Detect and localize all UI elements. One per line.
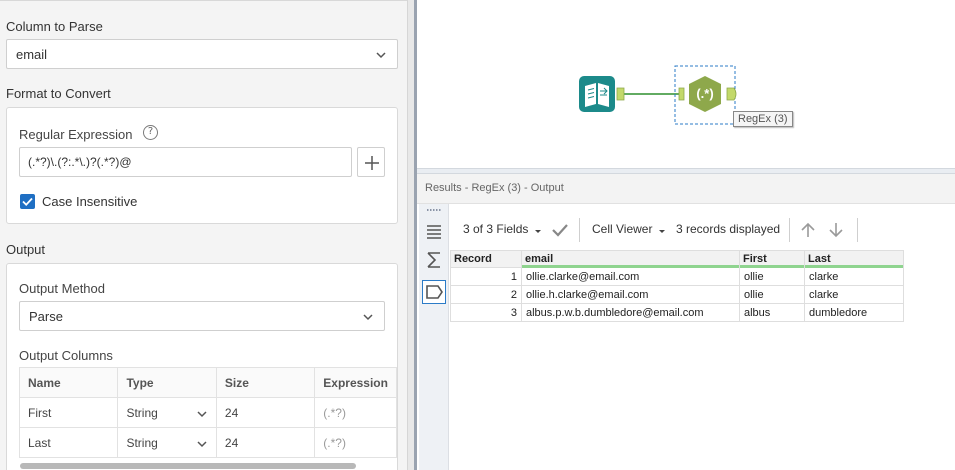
table-row[interactable]: 1 ollie.clarke@email.com ollie clarke [450,267,904,286]
chevron-down-icon [363,314,373,321]
caret-down-icon[interactable] [657,226,667,236]
output-method-value: Parse [29,309,63,324]
chevron-down-icon [197,410,207,417]
column-name-cell[interactable]: First [18,397,119,428]
regex-tool-glyph: (.*) [696,86,713,101]
regular-expression-value: (.*?)\.(?:.*\.)?(.*?)@ [28,155,132,169]
results-toolbar: 3 of 3 Fields Cell Viewer 3 records disp… [451,212,951,248]
first-cell: ollie [739,285,805,304]
header-first[interactable]: First [739,250,805,269]
checkmark-icon [22,197,33,206]
toolbar-divider [789,218,790,242]
help-icon[interactable]: ? [143,125,158,140]
checkmark-icon[interactable] [551,223,569,237]
toolbar-divider [857,218,858,242]
table-view-button[interactable] [422,220,446,244]
results-title: Results - RegEx (3) - Output [425,182,564,194]
results-panel: Results - RegEx (3) - Output 3 of 3 Fiel… [417,174,955,470]
tag-icon [426,285,443,299]
column-size-cell[interactable]: 24 [215,427,316,458]
column-to-parse-dropdown[interactable]: email [6,39,398,69]
regular-expression-label: Regular Expression [19,127,133,142]
table-row: Last String 24 (.*?) [18,427,397,458]
output-method-label: Output Method [19,281,105,296]
horizontal-scrollbar[interactable] [20,463,356,469]
last-cell: clarke [804,267,904,286]
record-cell: 1 [450,267,522,286]
sigma-icon [427,252,440,268]
header-record[interactable]: Record [450,250,522,268]
column-header-name: Name [18,367,119,398]
column-header-type: Type [117,367,217,398]
tool-annotation: RegEx (3) [733,111,793,127]
output-section-label: Output [6,242,46,257]
column-type-value: String [126,435,158,450]
book-input-icon[interactable] [579,76,615,112]
chevron-down-icon [376,52,386,59]
table-row[interactable]: 3 albus.p.w.b.dumbledore@email.com albus… [450,303,904,322]
results-table: Record email First Last 1 ollie.clarke@e… [450,250,904,322]
panel-divider [0,0,407,2]
format-to-convert-label: Format to Convert [6,86,111,101]
column-name-cell[interactable]: Last [18,427,119,458]
output-columns-label: Output Columns [19,348,113,363]
regex-tool-icon[interactable]: (.*) [689,76,721,112]
email-cell: ollie.clarke@email.com [521,267,740,286]
plus-icon [365,156,379,170]
regular-expression-input[interactable]: (.*?)\.(?:.*\.)?(.*?)@ [19,147,352,177]
first-cell: albus [739,303,805,322]
toolbar-divider [579,218,580,242]
column-expression-cell: (.*?) [314,397,397,428]
results-title-bar: Results - RegEx (3) - Output [417,174,955,204]
column-to-parse-label: Column to Parse [6,19,103,34]
header-last[interactable]: Last [804,250,904,269]
output-card: Output Method Parse Output Columns Name … [6,263,398,470]
column-to-parse-value: email [16,47,48,62]
record-cell: 3 [450,303,522,322]
email-cell: ollie.h.clarke@email.com [521,285,740,304]
records-count: 3 records displayed [676,222,781,236]
arrow-down-icon[interactable] [827,221,845,239]
fields-selector[interactable]: 3 of 3 Fields [463,222,528,236]
last-cell: clarke [804,285,904,304]
column-type-dropdown[interactable]: String [117,397,217,428]
table-row[interactable]: 2 ollie.h.clarke@email.com ollie clarke [450,285,904,304]
column-type-dropdown[interactable]: String [117,427,217,458]
output-anchor [616,87,625,101]
workflow-canvas[interactable]: (.*) RegEx (3) [417,0,955,170]
record-cell: 2 [450,285,522,304]
case-insensitive-label[interactable]: Case Insensitive [42,194,137,209]
header-email[interactable]: email [521,250,740,269]
results-side-toolbar [419,204,449,470]
table-header-row: Record email First Last [450,250,904,269]
first-cell: ollie [739,267,805,286]
column-header-size: Size [215,367,316,398]
output-columns-table: Name Type Size Expression First String 2… [18,367,397,458]
summary-view-button[interactable] [422,248,446,272]
caret-down-icon[interactable] [533,226,543,236]
input-anchor [678,87,685,101]
workflow-graph: (.*) [579,65,737,125]
email-cell: albus.p.w.b.dumbledore@email.com [521,303,740,322]
arrow-up-icon[interactable] [799,221,817,239]
table-header-row: Name Type Size Expression [18,367,397,398]
grip-icon [427,209,441,211]
output-anchor [726,87,737,101]
list-icon [427,225,441,239]
case-insensitive-checkbox[interactable] [20,194,35,209]
output-method-dropdown[interactable]: Parse [19,301,385,331]
configuration-panel: Column to Parse email Format to Convert … [0,0,407,470]
tag-view-button[interactable] [422,280,446,304]
last-cell: dumbledore [804,303,904,322]
cell-viewer-selector[interactable]: Cell Viewer [592,222,652,236]
column-type-value: String [126,405,158,420]
regex-card: Regular Expression ? (.*?)\.(?:.*\.)?(.*… [6,107,398,224]
column-size-cell[interactable]: 24 [215,397,316,428]
chevron-down-icon [197,440,207,447]
column-header-expression: Expression [314,367,397,398]
insert-token-button[interactable] [357,147,385,177]
column-expression-cell: (.*?) [314,427,397,458]
table-row: First String 24 (.*?) [18,397,397,428]
